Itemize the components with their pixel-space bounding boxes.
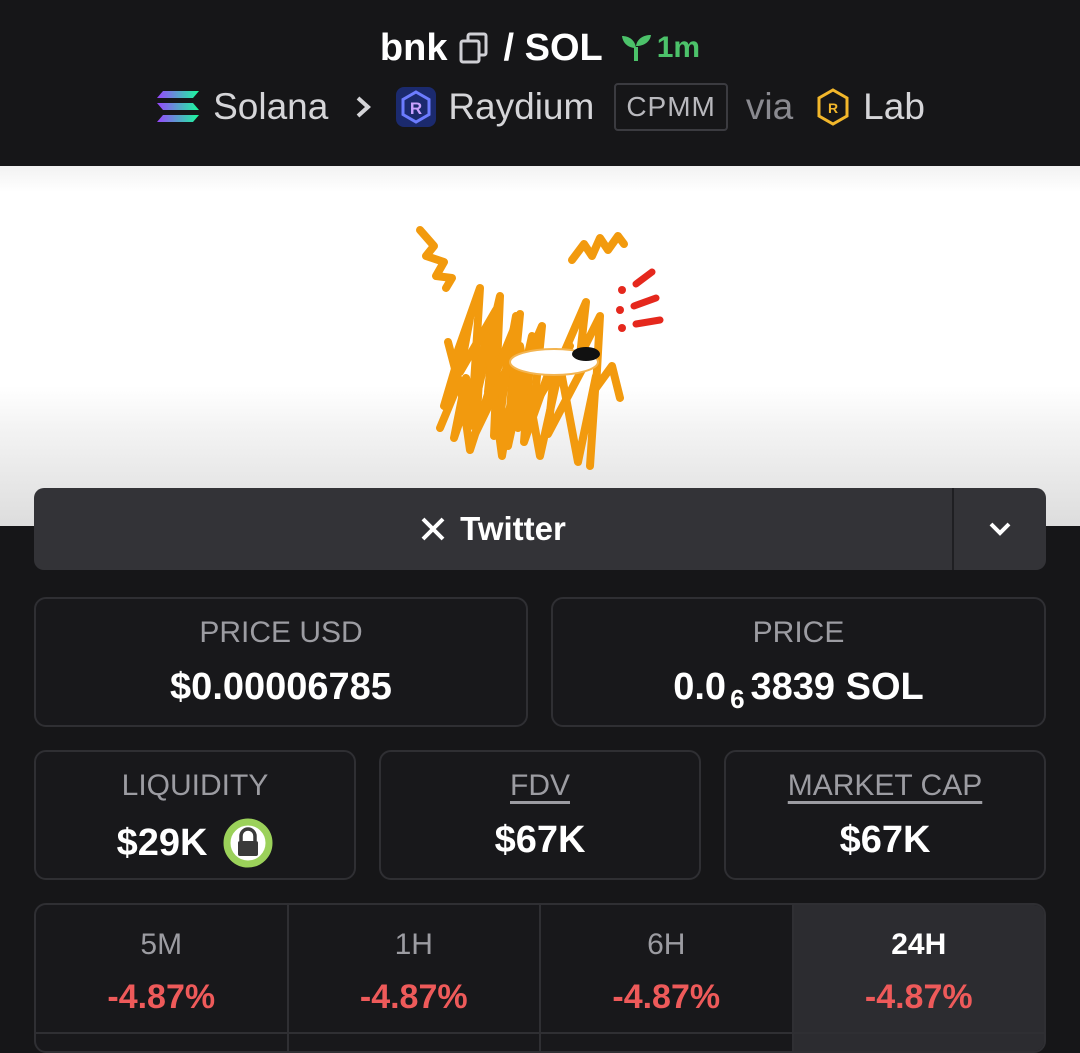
- price-prefix: 0.0: [673, 666, 727, 708]
- price-usd-card: PRICE USD $0.00006785: [34, 597, 528, 727]
- lab-icon: R: [815, 87, 851, 127]
- lock-icon[interactable]: [223, 818, 273, 868]
- price-zero-count: 6: [730, 684, 745, 714]
- svg-text:R: R: [828, 100, 838, 116]
- tab-label: 1H: [394, 928, 433, 961]
- price-suffix: 3839 SOL: [750, 666, 924, 708]
- chevron-down-icon: [989, 522, 1011, 536]
- tab-6h[interactable]: 6H -4.87%: [541, 905, 794, 1051]
- liquidity-value: $29K: [116, 822, 208, 864]
- chain-name[interactable]: Solana: [213, 82, 328, 132]
- price-native-label: PRICE: [752, 616, 845, 649]
- price-change: -4.87%: [359, 978, 468, 1016]
- price-usd-label: PRICE USD: [199, 616, 363, 649]
- price-change: -4.87%: [864, 978, 973, 1016]
- price-native-card: PRICE 0.0 6 3839 SOL: [551, 597, 1046, 727]
- fdv-card: FDV $67K: [379, 750, 701, 880]
- fdv-value: $67K: [494, 819, 586, 861]
- price-usd-value: $0.00006785: [170, 666, 392, 708]
- base-symbol: bnk: [379, 27, 448, 69]
- market-cap-label[interactable]: MARKET CAP: [726, 768, 1044, 804]
- copy-icon[interactable]: [459, 32, 489, 64]
- twitter-button[interactable]: Twitter: [34, 488, 952, 570]
- solana-icon: [155, 89, 201, 125]
- launchpad-name[interactable]: Lab: [863, 82, 925, 132]
- liquidity-value-row: $29K: [36, 818, 354, 868]
- raydium-icon: R: [394, 85, 438, 129]
- price-native-value: 0.0 6 3839 SOL: [553, 665, 1044, 714]
- quote-symbol: / SOL: [503, 27, 603, 69]
- pair-title: bnk / SOL 1m: [0, 22, 1080, 74]
- fdv-label[interactable]: FDV: [381, 768, 699, 804]
- via-label: via: [745, 86, 794, 127]
- timeframe-tabs: 5M -4.87% 1H -4.87% 6H -4.87% 24H -4.87%: [34, 903, 1046, 1053]
- tab-1h[interactable]: 1H -4.87%: [289, 905, 541, 1051]
- socials-bar: Twitter: [34, 488, 1046, 570]
- token-banner: [0, 166, 1080, 526]
- liquidity-card: LIQUIDITY $29K: [34, 750, 356, 880]
- tab-5m[interactable]: 5M -4.87%: [36, 905, 289, 1051]
- tab-24h[interactable]: 24H -4.87%: [793, 905, 1044, 1051]
- chevron-right-icon: [354, 95, 372, 119]
- twitter-label: Twitter: [460, 510, 566, 547]
- token-banner-art: [416, 226, 664, 470]
- tab-label: 24H: [891, 928, 947, 961]
- divider: [34, 1032, 1046, 1034]
- price-change: -4.87%: [107, 978, 216, 1016]
- tab-label: 6H: [647, 928, 686, 961]
- price-change: -4.87%: [612, 978, 721, 1016]
- pair-age: 1m: [619, 22, 700, 74]
- market-cap-value: $67K: [839, 819, 931, 861]
- age-text: 1m: [656, 31, 701, 64]
- pair-header: bnk / SOL 1m Solana R Raydium CPMM via R…: [0, 0, 1080, 166]
- dex-name[interactable]: Raydium: [448, 82, 594, 132]
- pool-type-badge: CPMM: [614, 83, 728, 131]
- seedling-icon: [621, 35, 651, 61]
- liquidity-label: LIQUIDITY: [121, 769, 269, 802]
- tab-label: 5M: [140, 928, 183, 961]
- market-cap-card: MARKET CAP $67K: [724, 750, 1046, 880]
- pair-breadcrumb: Solana R Raydium CPMM via R Lab: [0, 82, 1080, 132]
- svg-text:R: R: [410, 99, 422, 118]
- x-logo-icon: [420, 516, 446, 542]
- socials-dropdown-button[interactable]: [952, 488, 1046, 570]
